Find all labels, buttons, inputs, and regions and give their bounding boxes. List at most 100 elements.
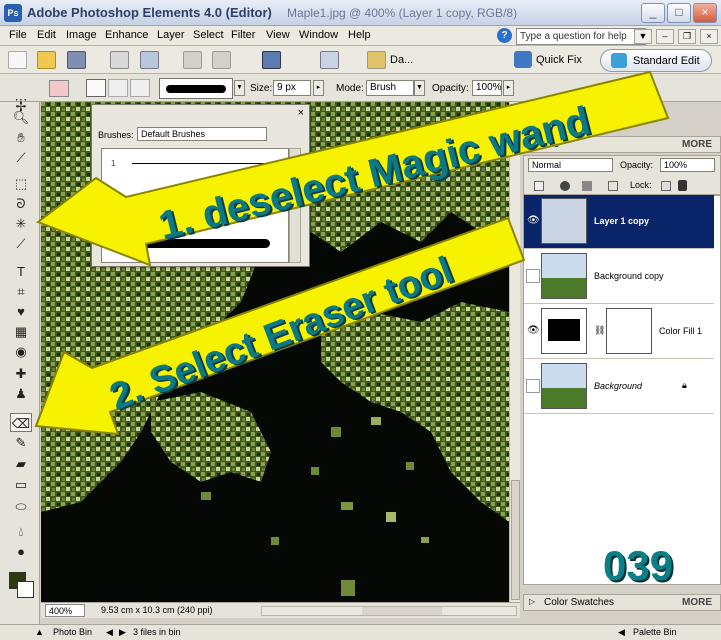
expand-arrow-icon[interactable]: ▷ <box>529 597 535 606</box>
standard-edit-button[interactable]: Standard Edit <box>600 49 712 72</box>
type-tool-icon[interactable]: T <box>10 262 32 281</box>
photo-browser-icon[interactable] <box>262 51 281 69</box>
hand-tool-icon[interactable]: ✋︎ <box>10 128 32 147</box>
swatches-more-button[interactable]: MORE <box>682 597 712 608</box>
brush-size-1: 1 <box>111 159 116 168</box>
brushes-close-icon[interactable]: × <box>298 107 304 119</box>
spot-healing-tool-icon[interactable]: ✚ <box>10 364 32 383</box>
blur-tool-icon[interactable]: 💧︎ <box>10 522 32 541</box>
quick-fix-button[interactable]: Quick Fix <box>512 50 594 71</box>
menu-view[interactable]: View <box>266 29 290 41</box>
layer-row[interactable]: Background 🔒︎ <box>524 360 714 414</box>
background-eraser-icon[interactable] <box>108 79 128 97</box>
print-icon[interactable] <box>110 51 129 69</box>
layer-row[interactable]: 👁︎ Layer 1 copy <box>524 195 714 249</box>
close-button[interactable]: × <box>693 3 717 23</box>
mode-select[interactable]: Brush <box>366 80 414 96</box>
adjustment-layer-icon[interactable] <box>560 181 570 191</box>
visibility-eye-icon[interactable]: 👁︎ <box>527 215 540 227</box>
pencil-tool-icon[interactable]: ✎ <box>10 433 32 452</box>
paint-bucket-tool-icon[interactable]: ▰ <box>10 454 32 473</box>
layer-row[interactable]: 👁︎ ⛓︎ Color Fill 1 <box>524 305 714 359</box>
blend-mode-select[interactable]: Normal <box>528 158 613 172</box>
photo-bin-label[interactable]: Photo Bin <box>53 627 92 637</box>
help-search-input[interactable]: Type a question for help <box>516 28 646 45</box>
clone-stamp-tool-icon[interactable]: ♟ <box>10 384 32 403</box>
bin-prev-icon[interactable]: ◀ <box>106 627 113 638</box>
menu-file[interactable]: File <box>9 29 27 41</box>
redo-icon[interactable] <box>212 51 231 69</box>
brush-set-select[interactable]: Default Brushes <box>137 127 267 141</box>
cookie-cutter-tool-icon[interactable]: ♥ <box>10 302 32 321</box>
menu-select[interactable]: Select <box>193 29 224 41</box>
panel-restore-icon[interactable]: ❐ <box>678 29 696 44</box>
mode-dropdown-icon[interactable]: ▼ <box>414 80 425 96</box>
vertical-scroll-thumb[interactable] <box>511 480 520 600</box>
menu-layer[interactable]: Layer <box>157 29 185 41</box>
zoom-field[interactable]: 400% <box>45 604 85 617</box>
new-file-icon[interactable] <box>8 51 27 69</box>
help-icon[interactable]: ? <box>497 28 512 43</box>
brush-stroke-1[interactable] <box>132 163 282 164</box>
opacity-slider-icon[interactable]: ▸ <box>503 80 514 96</box>
layer-opacity-input[interactable]: 100% <box>660 158 715 172</box>
horizontal-scroll-thumb[interactable] <box>362 607 442 615</box>
link-layers-icon[interactable] <box>608 181 618 191</box>
visibility-toggle[interactable] <box>526 379 540 393</box>
background-color-swatch[interactable] <box>17 581 34 598</box>
bin-next-icon[interactable]: ▶ <box>119 627 126 638</box>
brush-preview[interactable] <box>159 78 233 99</box>
visibility-toggle[interactable] <box>526 269 540 283</box>
size-slider-icon[interactable]: ▸ <box>313 80 324 96</box>
straighten-tool-icon[interactable]: ▦ <box>10 322 32 341</box>
crop-tool-icon[interactable]: ⌗ <box>10 282 32 301</box>
photo-bin-arrow-icon[interactable]: ▲ <box>35 627 44 637</box>
date-view-label[interactable]: Da... <box>390 54 413 66</box>
new-layer-icon[interactable] <box>534 181 544 191</box>
lock-all-icon[interactable] <box>678 180 687 191</box>
maximize-button[interactable]: □ <box>667 3 691 23</box>
save-icon[interactable] <box>67 51 86 69</box>
menu-window[interactable]: Window <box>299 29 338 41</box>
minimize-button[interactable]: _ <box>641 3 665 23</box>
horizontal-scrollbar[interactable] <box>261 606 517 616</box>
palette-bin-arrow-icon[interactable]: ◀ <box>618 627 625 638</box>
selection-brush-tool-icon[interactable]: ⟋ <box>10 234 32 253</box>
lasso-tool-icon[interactable]: ᘐ <box>10 194 32 213</box>
visibility-eye-icon[interactable]: 👁︎ <box>527 325 540 337</box>
red-eye-tool-icon[interactable]: ◉ <box>10 342 32 361</box>
menu-image[interactable]: Image <box>66 29 97 41</box>
sponge-tool-icon[interactable]: ● <box>10 542 32 561</box>
organizer-icon[interactable] <box>320 51 339 69</box>
vertical-scrollbar[interactable] <box>509 102 520 602</box>
color-swatches-header[interactable]: ▷ Color Swatches MORE <box>523 594 721 611</box>
palette-bin-label[interactable]: Palette Bin <box>633 627 677 637</box>
shape-tool-icon[interactable]: ⬭ <box>10 497 32 516</box>
menu-enhance[interactable]: Enhance <box>105 29 148 41</box>
magic-eraser-icon[interactable] <box>130 79 150 97</box>
opacity-input[interactable]: 100% <box>472 80 502 96</box>
zoom-tool-icon[interactable]: 🔍︎ <box>10 108 32 127</box>
size-input[interactable]: 9 px <box>273 80 311 96</box>
layer-row[interactable]: Background copy <box>524 250 714 304</box>
eraser-tool-icon[interactable]: ⌫ <box>10 413 32 432</box>
brush-dropdown-icon[interactable]: ▼ <box>234 80 245 96</box>
panel-minimize-icon[interactable]: – <box>656 29 674 44</box>
eyedropper-tool-icon[interactable]: ⟋ <box>10 148 32 167</box>
open-folder-icon[interactable] <box>37 51 56 69</box>
menu-help[interactable]: Help <box>348 29 371 41</box>
gradient-tool-icon[interactable]: ▭ <box>10 475 32 494</box>
layers-more-button[interactable]: MORE <box>682 139 712 150</box>
panel-close-icon[interactable]: × <box>700 29 718 44</box>
delete-layer-icon[interactable] <box>582 181 592 191</box>
menu-edit[interactable]: Edit <box>37 29 56 41</box>
magic-wand-tool-icon[interactable]: ✳ <box>10 214 32 233</box>
menu-filter[interactable]: Filter <box>231 29 255 41</box>
undo-icon[interactable] <box>183 51 202 69</box>
help-dropdown-icon[interactable]: ▼ <box>634 29 652 44</box>
online-services-icon[interactable] <box>140 51 159 69</box>
marquee-tool-icon[interactable]: ⬚ <box>10 174 32 193</box>
date-view-icon[interactable] <box>367 51 386 69</box>
eraser-mode-icon[interactable] <box>86 79 106 97</box>
lock-transparency-icon[interactable] <box>661 181 671 191</box>
